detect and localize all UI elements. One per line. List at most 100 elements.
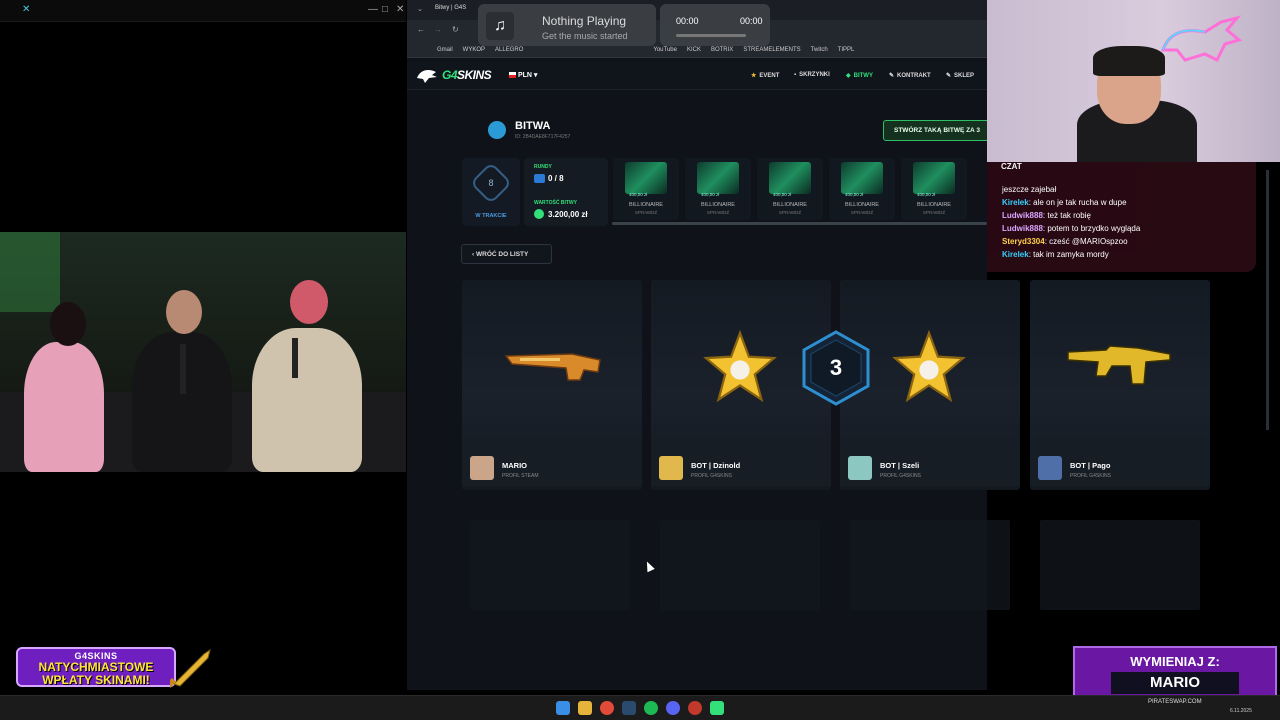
player-name[interactable]: MARIO xyxy=(502,461,527,470)
currency-select[interactable]: PLN ▾ xyxy=(509,71,537,79)
case-card[interactable]: 400,00 zł BILLIONAIRE SPRAWDŹ xyxy=(901,158,967,220)
microphone xyxy=(292,338,298,378)
promo-banner: G4SKINS NATYCHMIASTOWE WPŁATY SKINAMI! xyxy=(16,647,176,687)
back-arrow-icon[interactable]: ← xyxy=(417,25,425,34)
app-icon[interactable] xyxy=(710,701,724,715)
battle-badge-icon xyxy=(488,121,506,139)
pen-icon: ✎ xyxy=(889,73,895,79)
bookmark-item[interactable]: WYKOP xyxy=(463,47,485,53)
status-number: 8 xyxy=(488,178,494,188)
chat-header: CZAT xyxy=(1001,162,1022,171)
person-left xyxy=(24,342,104,472)
file-explorer-icon[interactable] xyxy=(578,701,592,715)
chat-text: : potem to brzydko wygląda xyxy=(1042,224,1141,233)
green-light xyxy=(0,232,60,312)
case-card[interactable]: 400,00 zł BILLIONAIRE SPRAWDŹ xyxy=(613,158,679,220)
skeleton-card xyxy=(1040,520,1200,610)
forward-arrow-icon[interactable]: → xyxy=(434,25,442,34)
case-check-link[interactable]: SPRAWDŹ xyxy=(829,210,895,215)
bookmark-item[interactable]: Twitch xyxy=(811,47,828,53)
case-card[interactable]: 400,00 zł BILLIONAIRE SPRAWDŹ xyxy=(685,158,751,220)
nav-label: SKLEP xyxy=(954,73,975,79)
time-start: 00:00 xyxy=(676,16,699,26)
bookmark-item[interactable]: Gmail xyxy=(437,47,453,53)
person-right xyxy=(252,328,362,472)
chat-user: Kirelek xyxy=(1002,250,1029,259)
spotify-icon[interactable] xyxy=(644,701,658,715)
nav-shop[interactable]: ✎ SKLEP xyxy=(946,72,974,79)
nav-label: SKRZYNKI xyxy=(799,72,830,78)
bookmark-item[interactable]: STREAMELEMENTS xyxy=(743,47,800,53)
maximize-icon[interactable]: □ xyxy=(382,4,388,15)
person-right-head xyxy=(290,280,328,324)
avatar[interactable] xyxy=(1038,456,1062,480)
case-card[interactable]: 400,00 zł BILLIONAIRE SPRAWDŹ xyxy=(757,158,823,220)
trade-line2: MARIO xyxy=(1111,672,1239,694)
nav-label: EVENT xyxy=(759,73,780,79)
nav-event[interactable]: ★ EVENT xyxy=(751,72,779,79)
progress-bar[interactable] xyxy=(676,34,746,37)
case-check-link[interactable]: SPRAWDŹ xyxy=(901,210,967,215)
player-profile-link[interactable]: PROFIL G4SKINS xyxy=(880,473,921,479)
chat-text: : cześć @MARIOspzoo xyxy=(1044,237,1128,246)
reload-icon[interactable]: ↻ xyxy=(452,25,459,34)
chat-message: Kirelek: ale on je tak rucha w dupe xyxy=(1002,198,1127,207)
flag-icon xyxy=(509,72,516,79)
bookmark-item[interactable]: YouTube xyxy=(653,47,677,53)
close-icon[interactable]: ✕ xyxy=(396,4,404,15)
bookmark-item[interactable]: TIPPL xyxy=(838,47,855,53)
battle-id: ID: 2B4DAE8F717F4257 xyxy=(515,134,571,140)
page-scrollbar[interactable] xyxy=(1266,170,1269,430)
nav-contract[interactable]: ✎ KONTRAKT xyxy=(889,72,931,79)
steam-icon[interactable] xyxy=(622,701,636,715)
bookmark-item[interactable]: KICK xyxy=(687,47,701,53)
player-column: BOT | Pago PROFIL G4SKINS xyxy=(1030,280,1210,490)
minimize-icon[interactable]: — xyxy=(368,4,378,15)
obs-icon[interactable] xyxy=(688,701,702,715)
player-name[interactable]: BOT | Pago xyxy=(1070,461,1110,470)
chat-text: : też tak robię xyxy=(1042,211,1091,220)
battle-value: 3.200,00 zł xyxy=(548,210,588,219)
case-price: 400,00 zł xyxy=(917,192,936,197)
star-icon: ★ xyxy=(751,73,757,79)
discord-icon[interactable] xyxy=(666,701,680,715)
player-name[interactable]: BOT | Szeli xyxy=(880,461,919,470)
bookmark-item[interactable]: ALLEGRO xyxy=(495,47,523,53)
bookmark-item[interactable]: BOTRIX xyxy=(711,47,733,53)
case-name: BILLIONAIRE xyxy=(845,202,879,208)
nav-battles[interactable]: ◆ BITWY xyxy=(846,72,873,79)
create-battle-button[interactable]: STWÓRZ TAKĄ BITWĘ ZA 3 xyxy=(883,120,993,141)
chat-message: Kirelek: tak im zamyka mordy xyxy=(1002,250,1109,259)
back-to-list-button[interactable]: ‹ WRÓĆ DO LISTY xyxy=(461,244,552,264)
avatar[interactable] xyxy=(848,456,872,480)
case-image xyxy=(697,162,739,194)
chrome-icon[interactable] xyxy=(600,701,614,715)
case-check-link[interactable]: SPRAWDŹ xyxy=(757,210,823,215)
player-profile-link[interactable]: PROFIL G4SKINS xyxy=(691,473,732,479)
cases-scrollbar[interactable] xyxy=(612,222,987,225)
chat-text: jeszcze zajebał xyxy=(1002,185,1057,194)
case-card[interactable]: 400,00 zł BILLIONAIRE SPRAWDŹ xyxy=(829,158,895,220)
time-end: 00:00 xyxy=(740,16,763,26)
tab-list-icon[interactable]: ⌄ xyxy=(417,5,423,13)
back-label: WRÓĆ DO LISTY xyxy=(475,251,529,258)
case-check-link[interactable]: SPRAWDŹ xyxy=(613,210,679,215)
currency-label: PLN xyxy=(517,72,532,79)
taskbar xyxy=(0,695,1280,720)
case-price: 400,00 zł xyxy=(629,192,648,197)
nav-cases[interactable]: ▪ SKRZYNKI xyxy=(794,72,830,78)
avatar[interactable] xyxy=(470,456,494,480)
case-price: 400,00 zł xyxy=(701,192,720,197)
player-profile-link[interactable]: PROFIL STEAM xyxy=(502,473,539,479)
chat-message: Ludwik888: potem to brzydko wygląda xyxy=(1002,224,1140,233)
case-price: 400,00 zł xyxy=(773,192,792,197)
webcam xyxy=(987,0,1280,162)
case-image xyxy=(625,162,667,194)
windows-start-icon[interactable] xyxy=(556,701,570,715)
skeleton-card xyxy=(470,520,630,610)
case-check-link[interactable]: SPRAWDŹ xyxy=(685,210,751,215)
site-logo[interactable]: G4SKINS xyxy=(442,68,492,82)
player-profile-link[interactable]: PROFIL G4SKINS xyxy=(1070,473,1111,479)
player-name[interactable]: BOT | Dzinold xyxy=(691,461,740,470)
avatar[interactable] xyxy=(659,456,683,480)
